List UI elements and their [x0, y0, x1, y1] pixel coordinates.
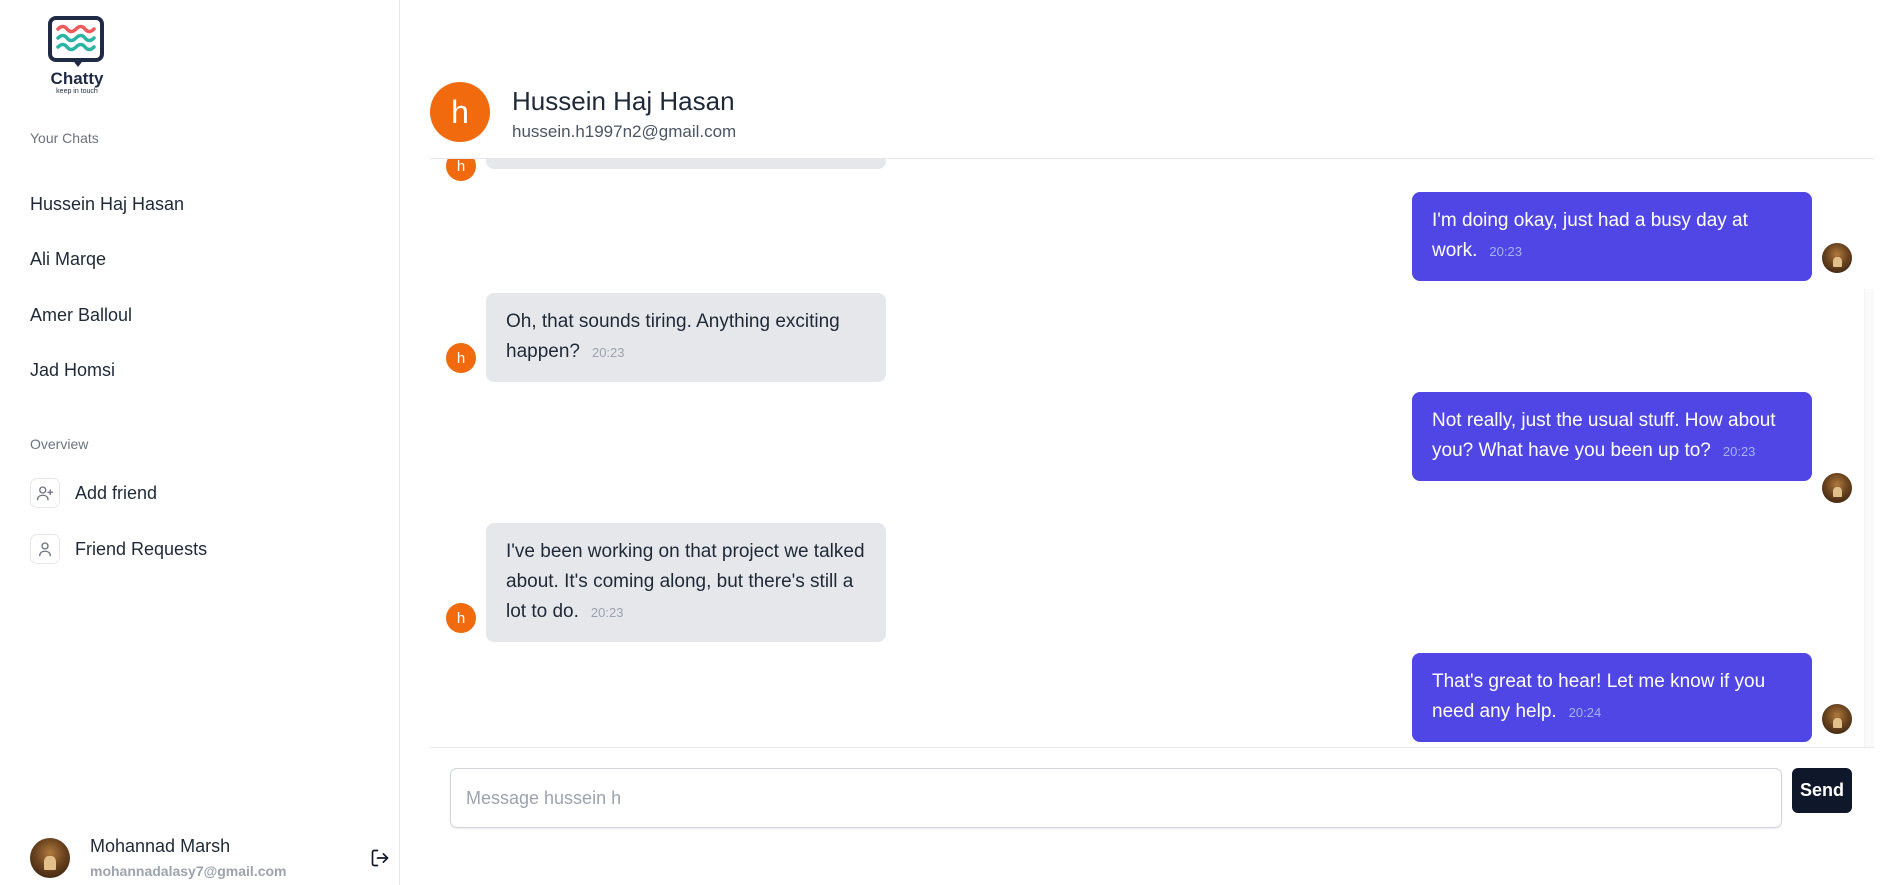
partner-mini-avatar: h: [446, 159, 476, 181]
message-bubble-received: Oh, that sounds tiring. Anything excitin…: [486, 293, 886, 382]
friend-requests-link[interactable]: Friend Requests: [30, 534, 207, 564]
user-name: Mohannad Marsh: [90, 836, 231, 856]
message-time: 20:23: [1722, 444, 1756, 459]
logout-icon: [371, 849, 389, 867]
chat-item-jad-homsi[interactable]: Jad Homsi: [30, 360, 115, 381]
current-user: Mohannad Marsh mohannadalasy7@gmail.com: [30, 836, 287, 879]
chat-item-hussein-haj-hasan[interactable]: Hussein Haj Hasan: [30, 194, 184, 215]
message-text: I've been working on that project we tal…: [506, 541, 865, 622]
partner-name: Hussein Haj Hasan: [512, 86, 735, 116]
chat-item-amer-balloul[interactable]: Amer Balloul: [30, 305, 132, 326]
user-icon: [30, 534, 60, 564]
add-friend-label: Add friend: [75, 482, 158, 503]
message-input[interactable]: [450, 768, 1782, 828]
partner-mini-avatar: h: [446, 603, 476, 633]
message-time: 20:23: [591, 345, 625, 360]
app-tagline: keep in touch: [56, 88, 98, 95]
overview-label: Overview: [30, 436, 89, 452]
sidebar: Chatty keep in touch Your Chats Hussein …: [0, 0, 400, 885]
chat-item-ali-marqe[interactable]: Ali Marqe: [30, 249, 106, 270]
logout-button[interactable]: [370, 848, 390, 874]
user-email: mohannadalasy7@gmail.com: [90, 863, 287, 879]
my-mini-avatar: [1822, 243, 1852, 273]
message-bubble-sent: That's great to hear! Let me know if you…: [1412, 653, 1812, 742]
chat-header: h Hussein Haj Hasan hussein.h1997n2@gmai…: [430, 60, 1874, 159]
message-list[interactable]: h I'm doing okay, just had a busy day at…: [430, 159, 1874, 747]
message-text: I'm doing okay, just had a busy day at w…: [1432, 210, 1748, 261]
my-mini-avatar: [1822, 473, 1852, 503]
message-scrollbar[interactable]: [1864, 289, 1874, 747]
partner-mini-avatar: h: [446, 343, 476, 373]
user-avatar: [30, 837, 70, 878]
partner-email: hussein.h1997n2@gmail.com: [512, 122, 737, 141]
user-plus-icon: [30, 478, 60, 508]
composer: Send: [430, 747, 1874, 885]
app-logo[interactable]: Chatty keep in touch: [46, 16, 108, 96]
chat-bubble-logo-icon: [48, 16, 104, 62]
message-time: 20:24: [1568, 705, 1602, 720]
message-bubble-partial: [486, 159, 886, 169]
app-name: Chatty: [50, 69, 104, 88]
message-bubble-received: I've been working on that project we tal…: [486, 523, 886, 642]
add-friend-link[interactable]: Add friend: [30, 478, 157, 508]
message-time: 20:23: [1489, 244, 1522, 259]
message-bubble-sent: Not really, just the usual stuff. How ab…: [1412, 392, 1812, 481]
message-bubble-sent: I'm doing okay, just had a busy day at w…: [1412, 192, 1812, 281]
partner-avatar: h: [430, 82, 490, 142]
my-mini-avatar: [1822, 704, 1852, 734]
message-text: Oh, that sounds tiring. Anything excitin…: [506, 311, 840, 362]
friend-requests-label: Friend Requests: [75, 538, 208, 559]
send-button[interactable]: Send: [1792, 768, 1852, 813]
your-chats-label: Your Chats: [30, 130, 99, 146]
message-time: 20:23: [590, 605, 624, 620]
